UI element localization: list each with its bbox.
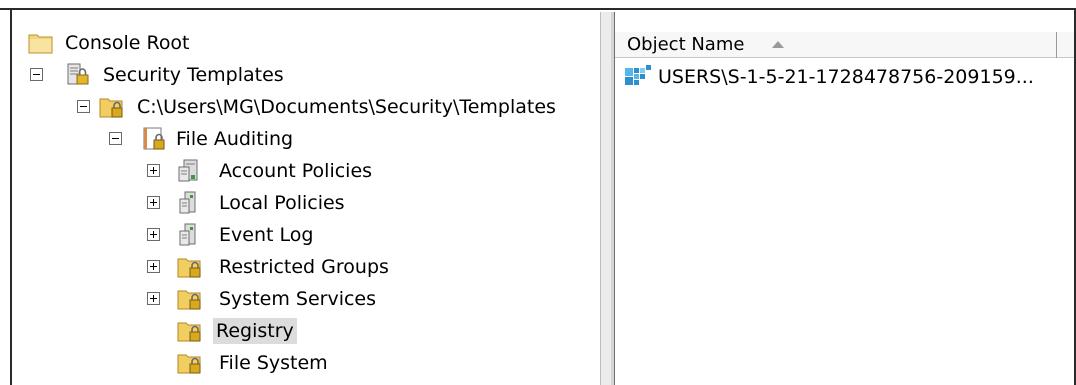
collapse-toggle[interactable]	[30, 68, 43, 81]
tree-item-account-policies[interactable]: Account Policies	[176, 157, 375, 185]
column-header-label: Object Name	[627, 34, 745, 55]
tree-item-restricted-groups[interactable]: Restricted Groups	[176, 253, 392, 281]
column-header-object-name[interactable]: Object Name	[615, 32, 1057, 58]
tree-item-label: Local Policies	[219, 192, 345, 214]
tree-item-label: File System	[219, 352, 328, 374]
tree-item-label: C:\Users\MG\Documents\Security\Templates	[137, 96, 556, 118]
tree-item-label: Restricted Groups	[219, 256, 389, 278]
expand-toggle[interactable]	[147, 164, 160, 177]
tree-item-event-log[interactable]: Event Log	[176, 221, 316, 249]
tree-item-label: System Services	[219, 288, 377, 310]
sort-ascending-icon	[772, 41, 784, 48]
tree-item-label: Console Root	[65, 32, 190, 54]
registry-key-icon	[625, 65, 651, 85]
tree-item-system-services[interactable]: System Services	[176, 285, 379, 313]
locked-folder-icon	[177, 290, 201, 310]
tree-item-file-system[interactable]: File System	[176, 349, 331, 377]
tree-item-label: Security Templates	[103, 64, 284, 86]
policy-icon	[179, 223, 196, 246]
locked-folder-icon	[177, 354, 201, 374]
list-item[interactable]: USERS\S-1-5-21-1728478756-209159...	[624, 63, 1037, 91]
expand-toggle[interactable]	[147, 228, 160, 241]
policy-icon	[178, 159, 198, 182]
tree-item-registry[interactable]: Registry	[176, 317, 297, 345]
list-header: Object Name	[615, 32, 1074, 58]
locked-folder-icon	[99, 98, 123, 118]
tree-item-file-auditing[interactable]: File Auditing	[141, 125, 296, 153]
tree-item-security-templates[interactable]: Security Templates	[64, 61, 287, 89]
tree-item-local-policies[interactable]: Local Policies	[176, 189, 348, 217]
tree-item-label: Event Log	[219, 224, 314, 246]
pane-splitter[interactable]	[600, 12, 615, 385]
tree-item-label: Registry	[213, 318, 297, 344]
collapse-toggle[interactable]	[77, 100, 90, 113]
policy-icon	[179, 191, 196, 214]
expand-toggle[interactable]	[147, 292, 160, 305]
tree-item-template-path[interactable]: C:\Users\MG\Documents\Security\Templates	[98, 93, 559, 121]
expand-toggle[interactable]	[147, 260, 160, 273]
folder-icon	[28, 34, 53, 54]
list-item-label: USERS\S-1-5-21-1728478756-209159...	[658, 66, 1034, 88]
template-file-icon	[143, 127, 165, 150]
security-templates-icon	[67, 63, 89, 85]
expand-toggle[interactable]	[147, 196, 160, 209]
tree-item-label: File Auditing	[176, 128, 294, 150]
collapse-toggle[interactable]	[109, 132, 122, 145]
tree-item-label: Account Policies	[219, 160, 373, 182]
tree-item-console-root[interactable]: Console Root	[28, 29, 193, 57]
column-header-filler[interactable]	[1058, 32, 1074, 58]
window-top-edge	[0, 0, 1076, 10]
locked-folder-icon	[177, 258, 201, 278]
locked-folder-icon	[177, 322, 201, 342]
